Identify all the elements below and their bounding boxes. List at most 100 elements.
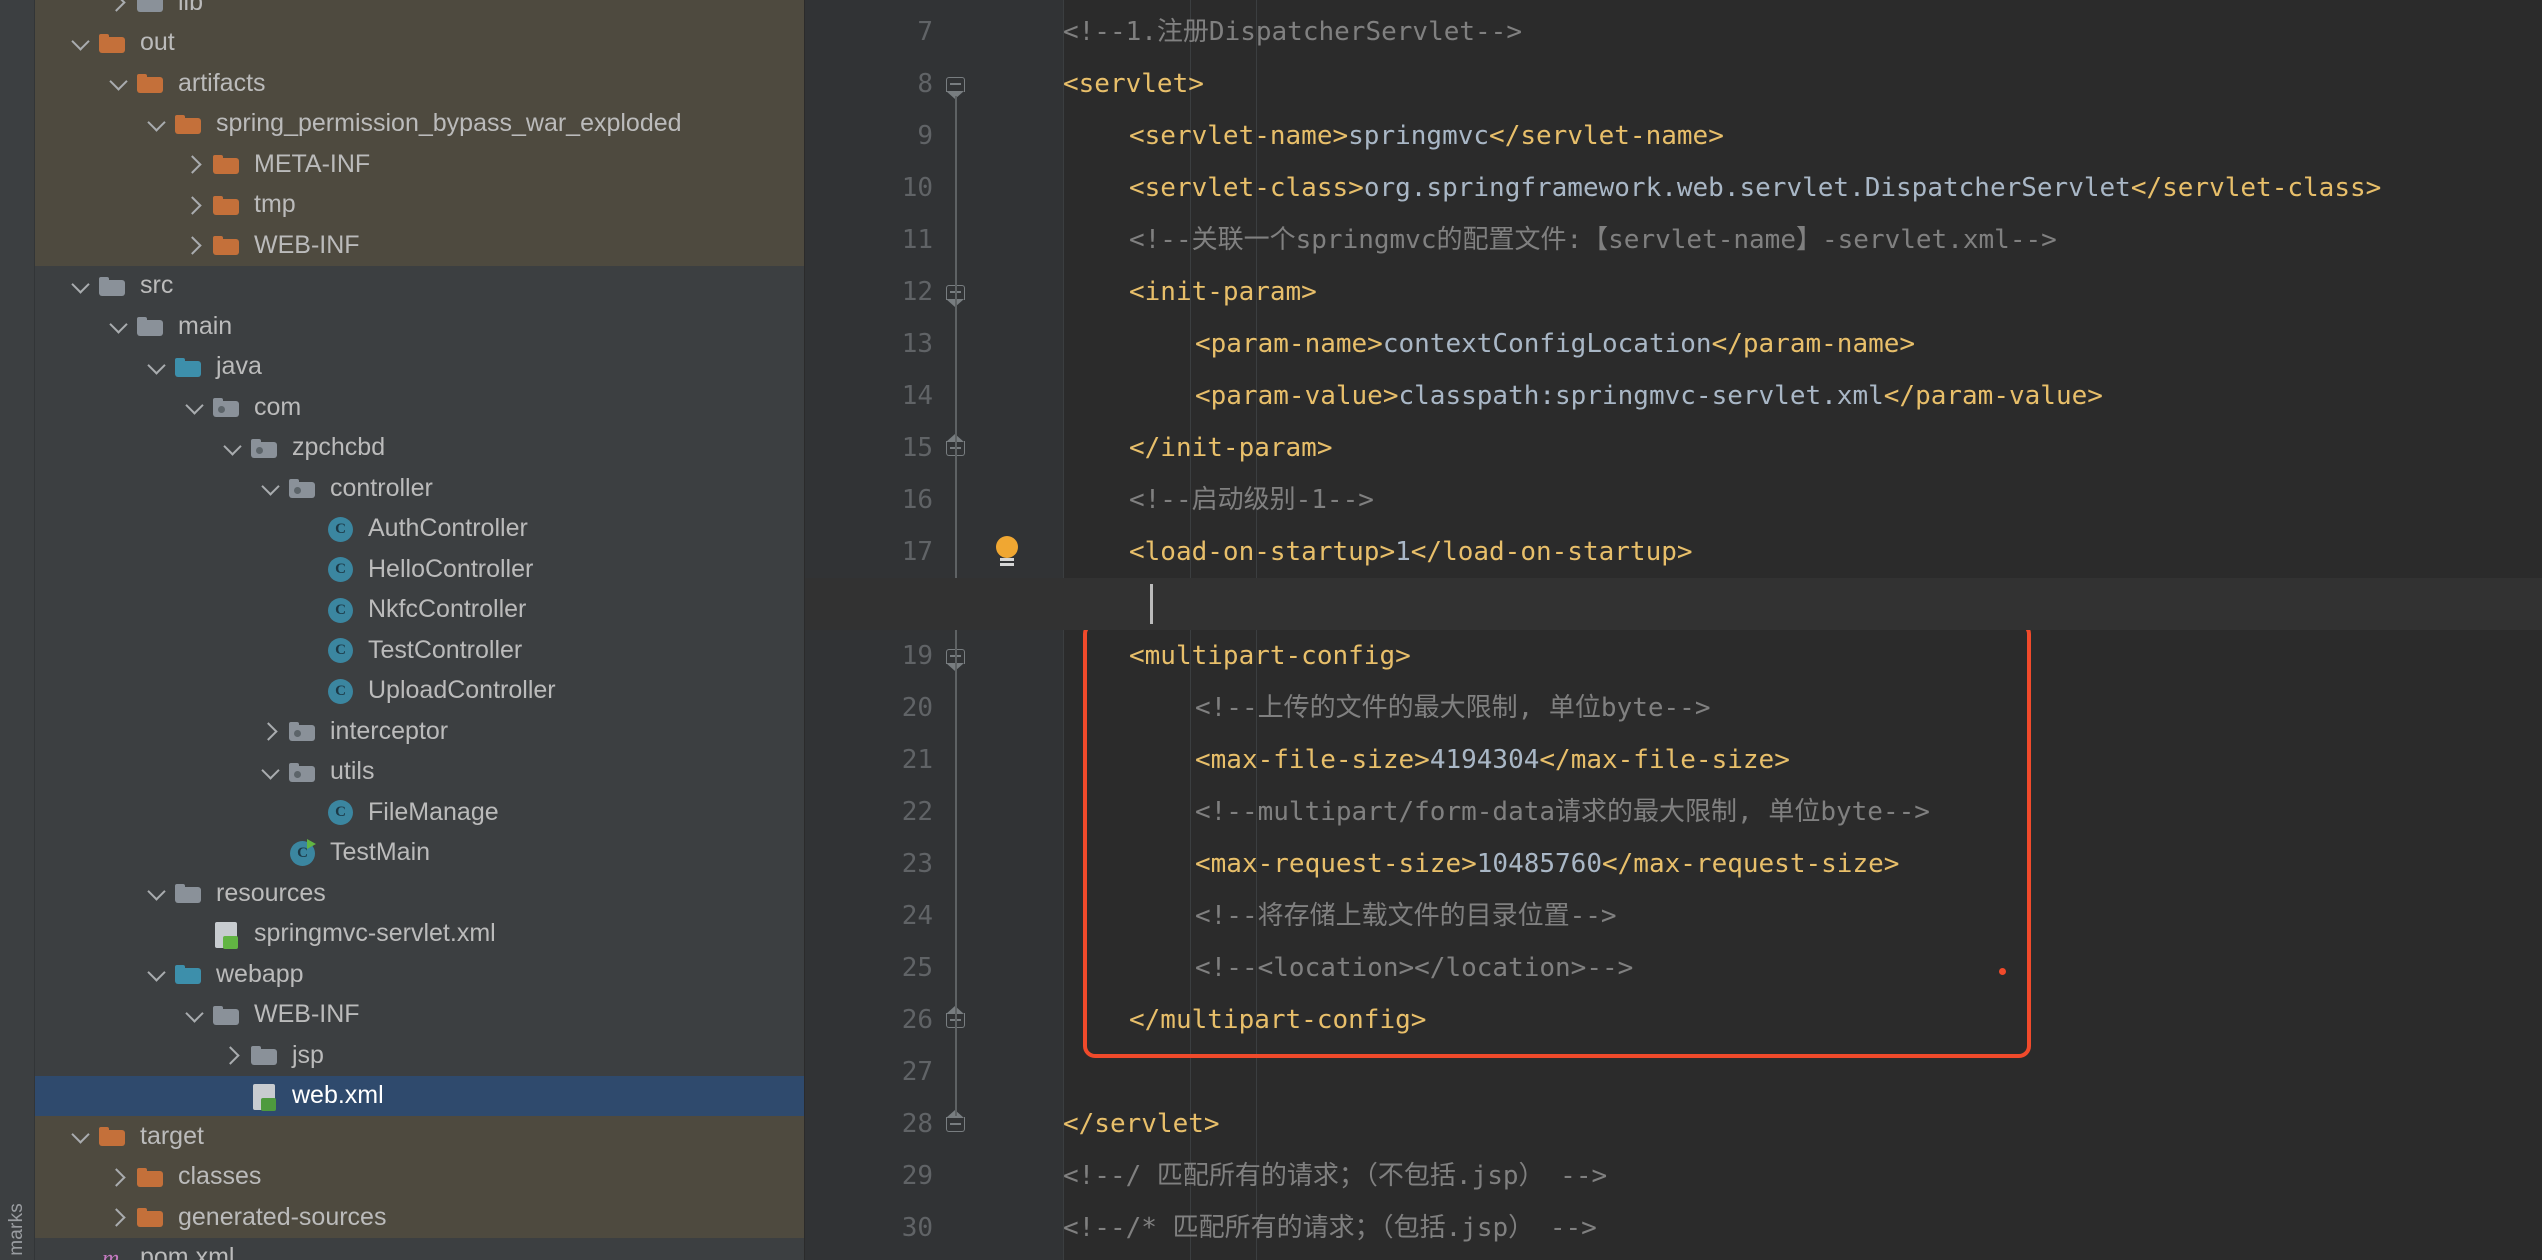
chevron-down-icon[interactable] (105, 63, 135, 103)
chevron-right-icon[interactable] (181, 225, 211, 265)
tree-row[interactable]: spring_permission_bypass_war_exploded (35, 103, 804, 144)
code-line[interactable]: <!--上传的文件的最大限制, 单位byte--> (1195, 682, 2542, 734)
tree-row[interactable]: webapp (35, 954, 804, 995)
code-line[interactable]: <!--启动级别-1--> (1129, 474, 2542, 526)
fold-expand-icon[interactable] (946, 434, 968, 459)
tree-row[interactable]: META-INF (35, 144, 804, 185)
chevron-down-icon[interactable] (67, 1116, 97, 1156)
tree-row[interactable]: controller (35, 468, 804, 509)
tree-row[interactable]: springmvc-servlet.xml (35, 914, 804, 955)
folder-icon (173, 878, 207, 908)
tree-row[interactable]: C NkfcController (35, 590, 804, 631)
tree-row[interactable]: C AuthController (35, 509, 804, 550)
code-line[interactable]: <multipart-config> (1129, 630, 2542, 682)
code-line[interactable]: <!--<location></location>--> (1195, 942, 2542, 994)
tree-row[interactable]: WEB-INF (35, 225, 804, 266)
tree-row[interactable]: java (35, 347, 804, 388)
code-line[interactable]: <max-request-size>10485760</max-request-… (1195, 838, 2542, 890)
code-line[interactable]: <!--multipart/form-data请求的最大限制, 单位byte--… (1195, 786, 2542, 838)
chevron-down-icon[interactable] (143, 104, 173, 144)
code-line[interactable]: <!--1.注册DispatcherServlet--> (1063, 6, 2542, 58)
tree-row[interactable]: lib (35, 0, 804, 23)
chevron-down-icon[interactable] (143, 954, 173, 994)
tree-row[interactable]: target (35, 1116, 804, 1157)
tree-row[interactable]: artifacts (35, 63, 804, 104)
chevron-down-icon[interactable] (67, 266, 97, 306)
code-line[interactable]: <param-name>contextConfigLocation</param… (1195, 318, 2542, 370)
chevron-right-icon[interactable] (105, 1157, 135, 1197)
tree-row[interactable]: src (35, 266, 804, 307)
fold-expand-icon[interactable] (946, 1006, 968, 1031)
text-caret (1150, 584, 1153, 624)
code-line[interactable]: <!--/ 匹配所有的请求；（不包括.jsp） --> (1063, 1150, 2542, 1202)
fold-expand-icon[interactable] (946, 1110, 968, 1135)
tree-row[interactable]: m pom.xml (35, 1238, 804, 1260)
tree-row[interactable]: C UploadController (35, 671, 804, 712)
code-line[interactable]: <servlet-class>org.springframework.web.s… (1129, 162, 2542, 214)
tree-row[interactable]: zpchcbd (35, 428, 804, 469)
fold-collapse-icon[interactable] (946, 281, 968, 307)
code-line[interactable]: <!--/* 匹配所有的请求；（包括.jsp） --> (1063, 1202, 2542, 1254)
tree-row[interactable]: out (35, 22, 804, 63)
chevron-right-icon[interactable] (181, 144, 211, 184)
xml-comment: <!--1.注册DispatcherServlet--> (1063, 17, 1522, 47)
tree-row[interactable]: C TestController (35, 630, 804, 671)
fold-collapse-icon[interactable] (946, 645, 968, 671)
tree-row[interactable]: WEB-INF (35, 995, 804, 1036)
folder-icon (249, 1040, 283, 1070)
chevron-down-icon[interactable] (143, 347, 173, 387)
chevron-right-icon[interactable] (257, 711, 287, 751)
code-editor[interactable]: 7891011121314151617181920212223242526272… (805, 0, 2542, 1260)
tree-row-label: webapp (216, 959, 304, 988)
java-class-icon: C (325, 797, 359, 827)
chevron-down-icon[interactable] (67, 23, 97, 63)
xml-tag: <init-param> (1129, 277, 1317, 307)
code-line[interactable]: <!--关联一个springmvc的配置文件:【servlet-name】-se… (1129, 214, 2542, 266)
code-line[interactable]: </init-param> (1129, 422, 2542, 474)
code-line[interactable]: <servlet-name>springmvc</servlet-name> (1129, 110, 2542, 162)
tree-row[interactable]: C TestMain (35, 833, 804, 874)
tree-row[interactable]: utils (35, 752, 804, 793)
chevron-down-icon[interactable] (181, 995, 211, 1035)
chevron-down-icon[interactable] (257, 752, 287, 792)
tree-row[interactable]: jsp (35, 1035, 804, 1076)
chevron-down-icon[interactable] (257, 468, 287, 508)
tree-row[interactable]: interceptor (35, 711, 804, 752)
code-line[interactable]: <!--将存储上载文件的目录位置--> (1195, 890, 2542, 942)
chevron-right-icon[interactable] (181, 185, 211, 225)
bookmarks-tool-button[interactable]: marks (6, 1203, 28, 1256)
chevron-right-icon[interactable] (105, 0, 135, 22)
tree-row[interactable]: tmp (35, 184, 804, 225)
intention-lightbulb-icon[interactable] (993, 534, 1023, 570)
code-line[interactable]: </multipart-config> (1129, 994, 2542, 1046)
tree-row[interactable]: main (35, 306, 804, 347)
tree-row-label: classes (178, 1162, 262, 1191)
xml-tag: </param-value> (1883, 381, 2103, 411)
code-line[interactable]: <init-param> (1129, 266, 2542, 318)
fold-collapse-icon[interactable] (946, 73, 968, 99)
fold-rail (955, 668, 957, 1012)
code-line[interactable]: <load-on-startup>1</load-on-startup> (1129, 526, 2542, 578)
chevron-down-icon[interactable] (181, 387, 211, 427)
code-line[interactable]: <servlet> (1063, 58, 2542, 110)
tree-row[interactable]: classes (35, 1156, 804, 1197)
tree-row[interactable]: resources (35, 873, 804, 914)
code-text-area[interactable]: <!--1.注册DispatcherServlet--> <servlet> <se… (1063, 0, 2542, 1260)
tree-row-label: springmvc-servlet.xml (254, 919, 496, 948)
chevron-right-icon[interactable] (105, 1197, 135, 1237)
tree-row[interactable]: generated-sources (35, 1197, 804, 1238)
chevron-down-icon[interactable] (143, 873, 173, 913)
tree-row[interactable]: C FileManage (35, 792, 804, 833)
chevron-down-icon[interactable] (105, 306, 135, 346)
tree-row[interactable]: C HelloController (35, 549, 804, 590)
line-number: 26 (901, 1005, 933, 1035)
code-line[interactable] (1063, 1046, 2542, 1098)
code-line[interactable]: </servlet> (1063, 1098, 2542, 1150)
tree-row[interactable]: com (35, 387, 804, 428)
tree-row[interactable]: web.xml (35, 1075, 804, 1116)
chevron-down-icon[interactable] (219, 428, 249, 468)
code-line[interactable]: <param-value>classpath:springmvc-servlet… (1195, 370, 2542, 422)
code-line[interactable]: <max-file-size>4194304</max-file-size> (1195, 734, 2542, 786)
chevron-right-icon[interactable] (219, 1035, 249, 1075)
project-tree-panel[interactable]: lib out artifacts spring_permission_bypass_… (35, 0, 805, 1260)
